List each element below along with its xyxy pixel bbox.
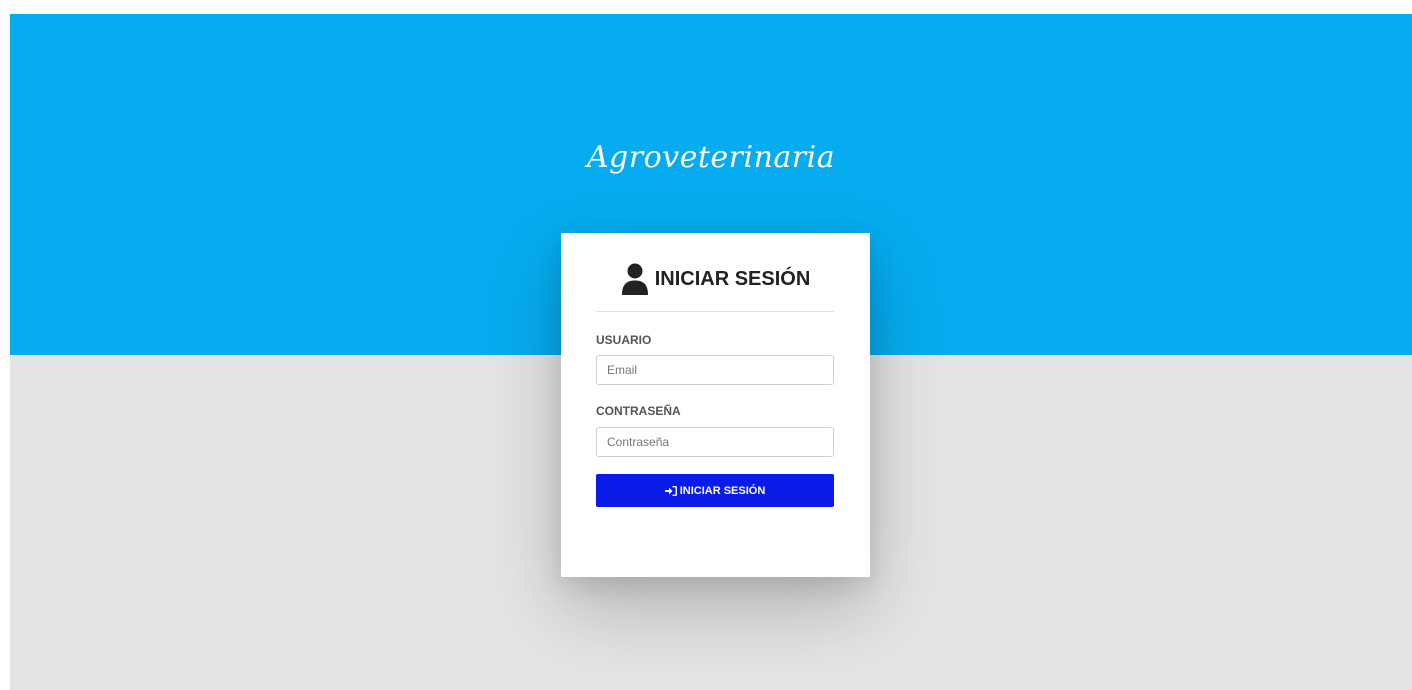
login-submit-button[interactable]: INICIAR SESIÓN bbox=[596, 474, 834, 507]
login-heading-text: INICIAR SESIÓN bbox=[654, 267, 811, 290]
email-input[interactable] bbox=[596, 355, 834, 385]
heading-divider bbox=[596, 311, 834, 312]
login-submit-label: INICIAR SESIÓN bbox=[679, 484, 766, 497]
password-input[interactable] bbox=[596, 427, 834, 457]
login-card: INICIAR SESIÓN USUARIO CONTRASEÑA INICIA… bbox=[561, 233, 870, 577]
login-heading: INICIAR SESIÓN bbox=[561, 263, 870, 295]
brand-title: Agroveterinaria bbox=[586, 140, 836, 175]
username-label: USUARIO bbox=[596, 333, 652, 347]
login-page: Agroveterinaria INICIAR SESIÓN USUARIO C… bbox=[10, 14, 1412, 690]
password-label: CONTRASEÑA bbox=[596, 404, 681, 418]
sign-in-icon bbox=[664, 485, 677, 496]
user-icon bbox=[621, 263, 648, 295]
